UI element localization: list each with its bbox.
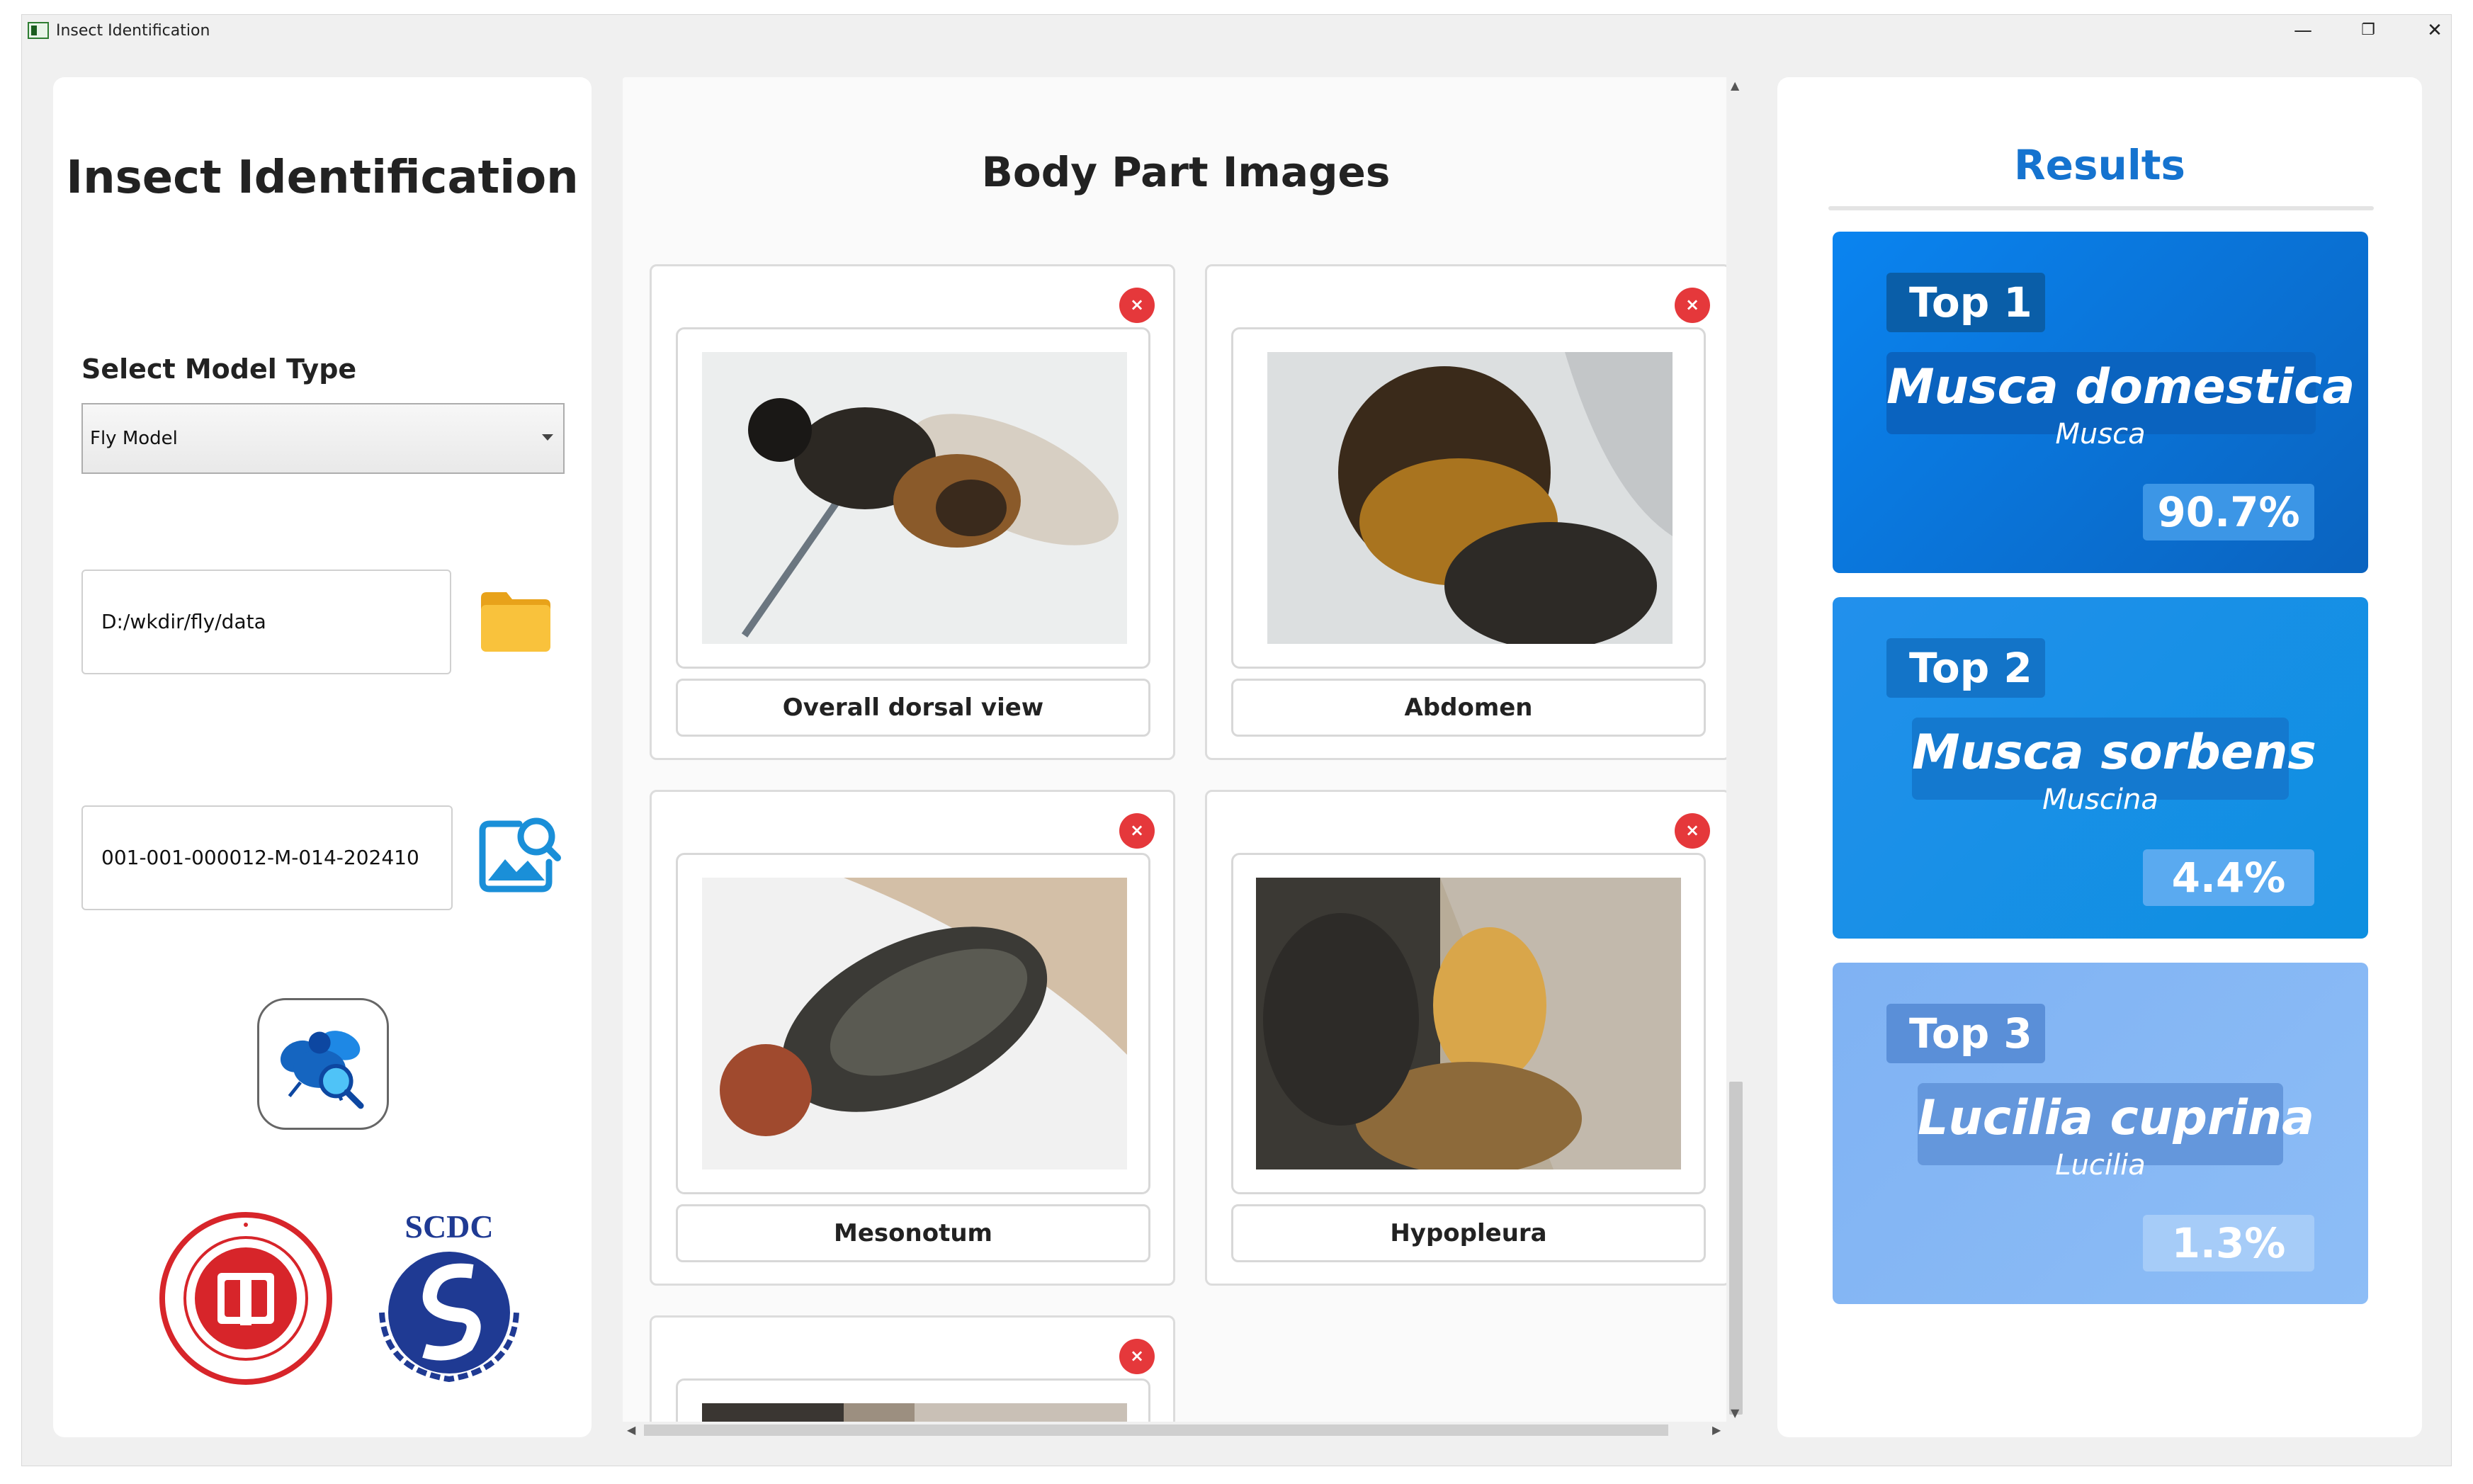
- model-type-select[interactable]: Fly Model: [81, 403, 565, 474]
- result-card-top2[interactable]: Top 2 Musca sorbens Muscina 4.4%: [1833, 597, 2368, 939]
- scdc-text: SCDC: [404, 1208, 493, 1245]
- window-title: Insect Identification: [56, 22, 210, 40]
- image-card: × Overall dorsal view: [650, 264, 1175, 760]
- genus-name: Musca: [2055, 418, 2146, 451]
- image-card: × Hypopleura: [1205, 790, 1731, 1286]
- image-card: × Mesonotum: [650, 790, 1175, 1286]
- horizontal-scrollbar[interactable]: ◀ ▶: [623, 1422, 1745, 1439]
- confidence-value: 4.4%: [2143, 849, 2314, 906]
- remove-image-button[interactable]: ×: [1119, 813, 1155, 849]
- dropdown-arrow-icon: [542, 434, 553, 441]
- app-window: Insect Identification — ❐ ✕ Insect Ident…: [21, 14, 2452, 1466]
- image-search-icon[interactable]: [477, 810, 562, 895]
- image-card: ×: [650, 1315, 1175, 1429]
- data-path-input[interactable]: D:/wkdir/fly/data: [81, 570, 451, 674]
- results-heading: Results: [2014, 141, 2185, 189]
- image-frame: [676, 327, 1150, 669]
- remove-image-button[interactable]: ×: [1675, 813, 1710, 849]
- image-frame: [1231, 327, 1706, 669]
- identify-button[interactable]: [257, 998, 389, 1130]
- image-card-label[interactable]: Mesonotum: [676, 1204, 1150, 1262]
- remove-image-button[interactable]: ×: [1675, 288, 1710, 323]
- horizontal-scroll-thumb[interactable]: [644, 1424, 1668, 1436]
- remove-image-button[interactable]: ×: [1119, 288, 1155, 323]
- confidence-value: 1.3%: [2143, 1215, 2314, 1271]
- results-panel: Results Top 1 Musca domestica Musca 90.7…: [1777, 77, 2422, 1437]
- body-part-panel: Body Part Images × Overall dorsal view ×: [623, 77, 1745, 1439]
- app-icon: [28, 22, 49, 39]
- fly-abdomen-photo: [1267, 352, 1673, 644]
- rank-badge: Top 2: [1886, 638, 2045, 698]
- fly-mesonotum-photo: [702, 878, 1127, 1169]
- results-divider: [1828, 206, 2374, 210]
- model-type-label: Select Model Type: [81, 353, 357, 385]
- close-window-button[interactable]: ✕: [2413, 18, 2451, 43]
- body-part-heading: Body Part Images: [981, 148, 1391, 196]
- confidence-value: 90.7%: [2143, 484, 2314, 540]
- minimize-button[interactable]: —: [2282, 18, 2324, 43]
- image-card-label[interactable]: Abdomen: [1231, 679, 1706, 737]
- usst-logo: [159, 1212, 332, 1385]
- genus-name: Lucilia: [2055, 1149, 2146, 1182]
- fly-dorsal-photo: [702, 352, 1127, 644]
- result-card-top1[interactable]: Top 1 Musca domestica Musca 90.7%: [1833, 232, 2368, 573]
- image-card-label[interactable]: Overall dorsal view: [676, 679, 1150, 737]
- rank-badge: Top 3: [1886, 1004, 2045, 1063]
- image-card: × Abdomen: [1205, 264, 1731, 760]
- folder-icon[interactable]: [478, 585, 553, 656]
- genus-name: Muscina: [2042, 783, 2158, 816]
- image-frame: [676, 853, 1150, 1194]
- model-type-value: Fly Model: [90, 428, 178, 449]
- image-card-label[interactable]: Hypopleura: [1231, 1204, 1706, 1262]
- rank-badge: Top 1: [1886, 273, 2045, 332]
- result-card-top3[interactable]: Top 3 Lucilia cuprina Lucilia 1.3%: [1833, 963, 2368, 1304]
- scdc-logo: SCDC: [379, 1208, 519, 1383]
- vertical-scrollbar[interactable]: ▲ ▼: [1726, 77, 1745, 1422]
- fly-magnifier-icon: [280, 1031, 364, 1109]
- sample-id-input[interactable]: 001-001-000012-M-014-202410: [81, 805, 453, 910]
- fly-hypopleura-photo: [1256, 878, 1681, 1169]
- vertical-scroll-thumb[interactable]: [1729, 1082, 1743, 1415]
- remove-image-button[interactable]: ×: [1119, 1339, 1155, 1374]
- app-heading: Insect Identification: [66, 152, 579, 204]
- image-frame: [1231, 853, 1706, 1194]
- title-bar: Insect Identification — ❐ ✕: [22, 15, 2451, 46]
- restore-button[interactable]: ❐: [2347, 18, 2389, 43]
- control-panel: Insect Identification Select Model Type …: [53, 77, 592, 1437]
